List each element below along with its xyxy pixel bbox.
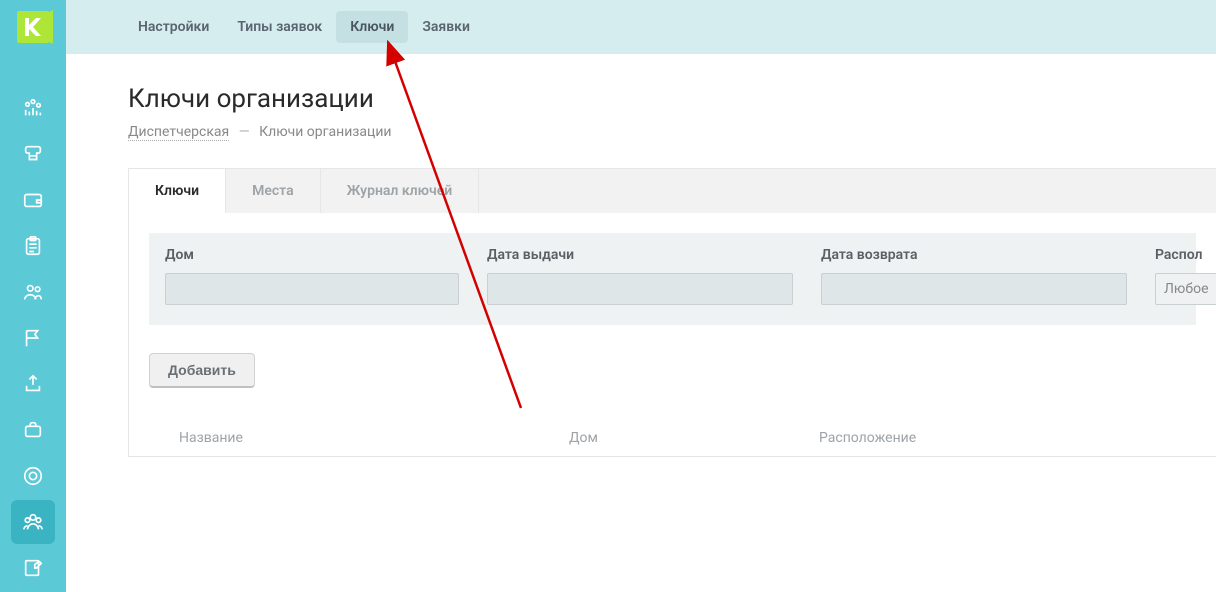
tab-keys[interactable]: Ключи bbox=[336, 11, 408, 43]
content-tab-keys[interactable]: Ключи bbox=[129, 169, 226, 213]
clipboard-icon bbox=[22, 235, 44, 257]
filter-issue-date-input[interactable] bbox=[487, 273, 793, 305]
th-house: Дом bbox=[569, 430, 819, 446]
sidebar-item-stats[interactable] bbox=[11, 86, 55, 130]
filter-bar: Дом Дата выдачи Дата возврата Распол Люб… bbox=[149, 233, 1196, 325]
top-tabs: Настройки Типы заявок Ключи Заявки bbox=[66, 0, 1216, 54]
logo-icon bbox=[11, 5, 55, 49]
filter-return-date-label: Дата возврата bbox=[821, 247, 1127, 263]
stats-icon bbox=[22, 97, 44, 119]
filter-return-date: Дата возврата bbox=[821, 247, 1127, 305]
main-content: Ключи организации Диспетчерская — Ключи … bbox=[66, 54, 1216, 592]
breadcrumb: Диспетчерская — Ключи организации bbox=[128, 124, 1216, 140]
breadcrumb-current: Ключи организации bbox=[259, 124, 391, 140]
content-card: Ключи Места Журнал ключей Дом Дата выдач… bbox=[128, 168, 1216, 457]
filter-location-select[interactable]: Любое bbox=[1155, 273, 1216, 305]
th-location: Расположение bbox=[819, 430, 1019, 446]
content-tab-journal[interactable]: Журнал ключей bbox=[321, 169, 480, 213]
filter-issue-date: Дата выдачи bbox=[487, 247, 793, 305]
table-header: Название Дом Расположение bbox=[149, 430, 1196, 456]
breadcrumb-sep: — bbox=[239, 124, 250, 140]
upload-icon bbox=[22, 373, 44, 395]
sidebar-item-users[interactable] bbox=[11, 270, 55, 314]
sidebar bbox=[0, 0, 66, 592]
briefcase-icon bbox=[22, 419, 44, 441]
users-icon bbox=[22, 281, 44, 303]
content-tabs: Ключи Места Журнал ключей bbox=[129, 169, 1216, 213]
content-tab-places[interactable]: Места bbox=[226, 169, 321, 213]
sidebar-item-group[interactable] bbox=[11, 500, 55, 544]
sidebar-item-upload[interactable] bbox=[11, 362, 55, 406]
group-icon bbox=[22, 511, 44, 533]
filter-location-label: Распол bbox=[1155, 247, 1216, 263]
tab-request-types[interactable]: Типы заявок bbox=[223, 11, 336, 43]
sidebar-item-wallet[interactable] bbox=[11, 178, 55, 222]
filter-house-label: Дом bbox=[165, 247, 459, 263]
tab-requests[interactable]: Заявки bbox=[408, 11, 484, 43]
sidebar-item-flag[interactable] bbox=[11, 316, 55, 360]
sidebar-item-edit[interactable] bbox=[11, 546, 55, 590]
breadcrumb-root[interactable]: Диспетчерская bbox=[128, 124, 229, 141]
filter-issue-date-label: Дата выдачи bbox=[487, 247, 793, 263]
wallet-icon bbox=[22, 189, 44, 211]
filter-house-input[interactable] bbox=[165, 273, 459, 305]
filter-house: Дом bbox=[165, 247, 459, 305]
add-button-row: Добавить bbox=[149, 353, 1196, 388]
filter-location: Распол Любое bbox=[1155, 247, 1216, 305]
sidebar-nav bbox=[0, 86, 66, 592]
filter-return-date-input[interactable] bbox=[821, 273, 1127, 305]
edit-icon bbox=[22, 557, 44, 579]
tab-settings[interactable]: Настройки bbox=[124, 11, 223, 43]
logo[interactable] bbox=[0, 0, 66, 54]
page-title: Ключи организации bbox=[128, 84, 1216, 114]
add-button[interactable]: Добавить bbox=[149, 353, 255, 388]
sidebar-item-clipboard[interactable] bbox=[11, 224, 55, 268]
th-name: Название bbox=[179, 430, 569, 446]
phone-icon bbox=[22, 143, 44, 165]
sidebar-item-phone[interactable] bbox=[11, 132, 55, 176]
sidebar-item-briefcase[interactable] bbox=[11, 408, 55, 452]
sidebar-item-coin[interactable] bbox=[11, 454, 55, 498]
flag-icon bbox=[22, 327, 44, 349]
coin-icon bbox=[22, 465, 44, 487]
